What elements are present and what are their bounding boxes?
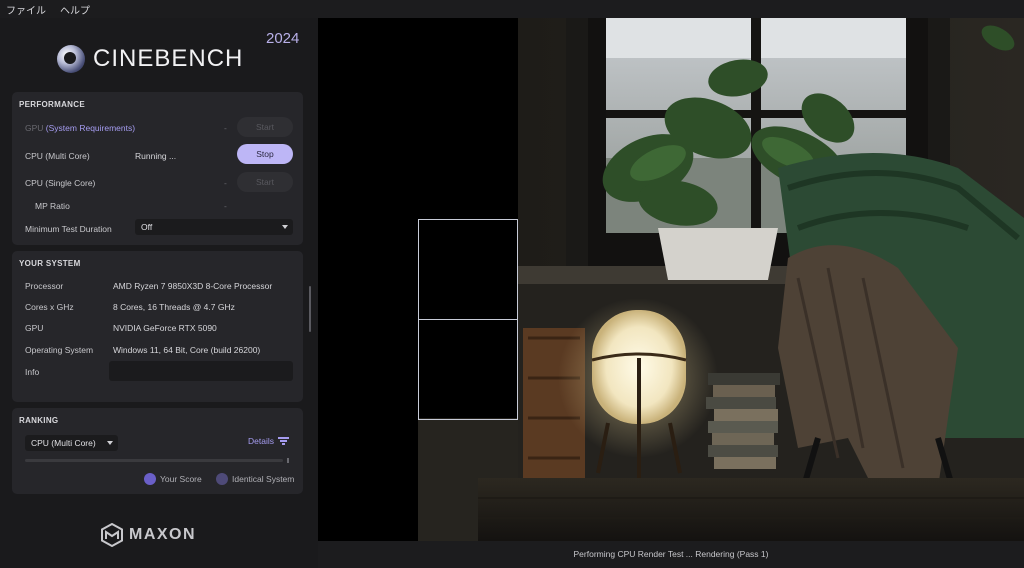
gpu-system-label: GPU <box>25 323 44 333</box>
legend-your-score-label: Your Score <box>160 474 202 484</box>
info-field[interactable] <box>109 361 293 381</box>
render-bucket <box>418 319 518 420</box>
mp-ratio-label: MP Ratio <box>35 201 70 211</box>
cpu-single-value: - <box>224 178 227 188</box>
maxon-text: MAXON <box>129 526 197 543</box>
menu-bar: ファイル ヘルプ <box>0 0 1024 18</box>
details-button[interactable]: Details <box>248 436 289 446</box>
system-panel: YOUR SYSTEM Processor AMD Ryzen 7 9850X3… <box>12 251 303 402</box>
os-label: Operating System <box>25 345 94 355</box>
chevron-down-icon <box>107 441 113 445</box>
gpu-label-prefix: GPU <box>25 123 44 133</box>
min-duration-label: Minimum Test Duration <box>25 224 112 234</box>
maxon-logo-icon <box>101 523 123 547</box>
ranking-panel: RANKING CPU (Multi Core) Details Your Sc… <box>12 408 303 494</box>
ranking-track <box>25 459 283 462</box>
system-requirements-link[interactable]: (System Requirements) <box>46 123 135 133</box>
sidebar-scrollbar[interactable] <box>309 286 311 332</box>
maxon-logo: MAXON <box>101 523 196 547</box>
cores-value: 8 Cores, 16 Threads @ 4.7 GHz <box>113 302 235 312</box>
identical-system-dot-icon <box>216 473 228 485</box>
render-viewport <box>318 18 1024 541</box>
gpu-system-value: NVIDIA GeForce RTX 5090 <box>113 323 217 333</box>
min-duration-value: Off <box>141 222 153 232</box>
sidebar: CINEBENCH 2024 PERFORMANCE GPU (System R… <box>0 18 318 568</box>
performance-panel: PERFORMANCE GPU (System Requirements) - … <box>12 92 303 245</box>
ranking-select[interactable]: CPU (Multi Core) <box>25 435 118 451</box>
legend-identical-label: Identical System <box>232 474 295 484</box>
details-label: Details <box>248 436 274 446</box>
gpu-start-button[interactable]: Start <box>237 117 293 137</box>
app-year: 2024 <box>266 30 300 47</box>
os-value: Windows 11, 64 Bit, Core (build 26200) <box>113 345 261 355</box>
ranking-select-value: CPU (Multi Core) <box>31 438 96 448</box>
info-label: Info <box>25 367 40 377</box>
cpu-single-label: CPU (Single Core) <box>25 178 96 188</box>
render-bucket <box>418 219 518 320</box>
chevron-down-icon <box>282 225 288 229</box>
cores-label: Cores x GHz <box>25 302 74 312</box>
ranking-title: RANKING <box>19 416 59 425</box>
min-duration-select[interactable]: Off <box>135 219 293 235</box>
app-name: CINEBENCH <box>93 45 244 72</box>
your-score-dot-icon <box>144 473 156 485</box>
menu-file[interactable]: ファイル <box>6 2 46 17</box>
processor-label: Processor <box>25 281 64 291</box>
processor-value: AMD Ryzen 7 9850X3D 8-Core Processor <box>113 281 273 291</box>
cinebench-logo-icon <box>57 45 85 73</box>
gpu-label: GPU (System Requirements) <box>25 123 135 133</box>
legend-identical-system: Identical System <box>216 473 294 485</box>
legend-your-score: Your Score <box>144 473 202 485</box>
status-bar: Performing CPU Render Test ... Rendering… <box>318 541 1024 568</box>
menu-help[interactable]: ヘルプ <box>60 2 90 17</box>
app-logo: CINEBENCH <box>57 42 243 76</box>
mp-ratio-value: - <box>224 201 227 211</box>
system-title: YOUR SYSTEM <box>19 259 81 268</box>
gpu-value: - <box>224 123 227 133</box>
performance-title: PERFORMANCE <box>19 100 85 109</box>
cpu-multi-stop-button[interactable]: Stop <box>237 144 293 164</box>
filter-icon <box>278 437 289 445</box>
ranking-handle[interactable] <box>287 458 289 463</box>
cpu-multi-label: CPU (Multi Core) <box>25 151 90 161</box>
cpu-multi-value: Running ... <box>135 151 177 161</box>
cpu-single-start-button[interactable]: Start <box>237 172 293 192</box>
